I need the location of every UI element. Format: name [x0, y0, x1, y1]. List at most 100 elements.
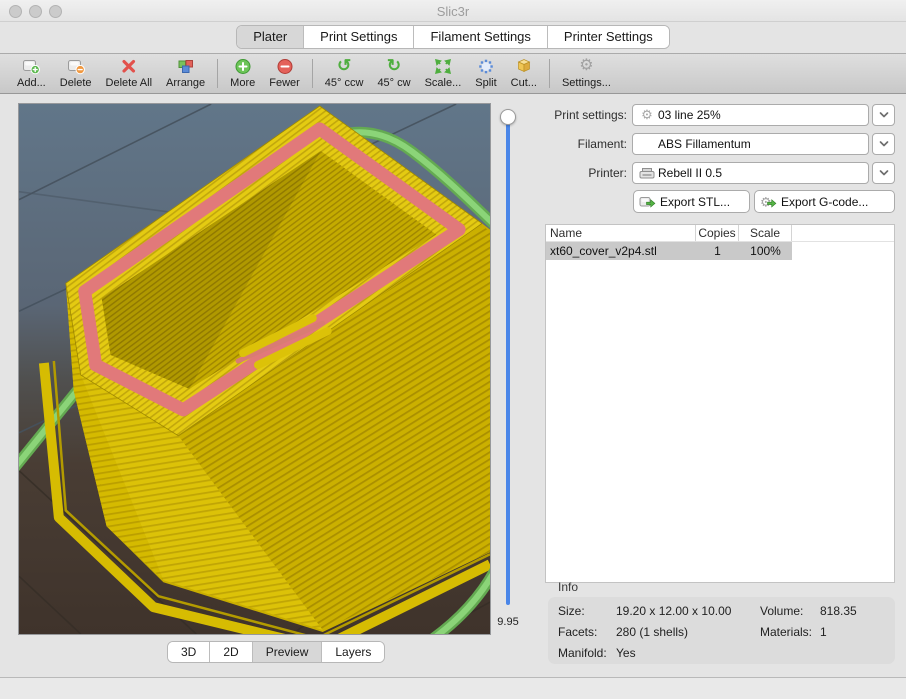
cut-box-icon	[514, 56, 534, 76]
column-header-scale[interactable]: Scale	[739, 225, 792, 241]
printer-select[interactable]: Rebell II 0.5	[632, 162, 869, 184]
layer-slider-track[interactable]	[506, 116, 510, 605]
tab-filament-settings[interactable]: Filament Settings	[413, 26, 546, 48]
chevron-down-icon	[878, 138, 890, 150]
rotate-ccw-icon: ↺	[337, 56, 351, 76]
toolbar-scale-label: Scale...	[425, 76, 462, 91]
title-bar: Slic3r	[0, 0, 906, 22]
column-header-spacer	[792, 225, 894, 241]
toolbar-arrange-label: Arrange	[166, 76, 205, 91]
toolbar-separator	[312, 59, 313, 88]
object-list-table: Name Copies Scale xt60_cover_v2p4.stl 1 …	[545, 224, 895, 583]
fewer-minus-icon	[275, 56, 295, 76]
manifold-value: Yes	[616, 646, 636, 660]
toolbar-separator	[217, 59, 218, 88]
tab-2d[interactable]: 2D	[209, 642, 251, 662]
sliced-object-preview	[19, 104, 490, 634]
print-settings-select[interactable]: ⚙ 03 line 25%	[632, 104, 869, 126]
chevron-down-icon	[878, 109, 890, 121]
tab-3d[interactable]: 3D	[168, 642, 209, 662]
print-settings-dropdown-button[interactable]	[872, 104, 895, 126]
toolbar-fewer-button[interactable]: Fewer	[262, 54, 307, 93]
filament-dropdown-button[interactable]	[872, 133, 895, 155]
plater-toolbar: Add... Delete Delete All Arrange More	[0, 53, 906, 94]
toolbar-scale-button[interactable]: Scale...	[418, 54, 469, 93]
gear-icon: ⚙	[638, 107, 656, 123]
status-bar	[0, 677, 906, 699]
export-gcode-button[interactable]: ⚙ Export G-code...	[754, 190, 895, 213]
filament-label: Filament:	[500, 133, 627, 155]
chevron-down-icon	[878, 167, 890, 179]
toolbar-split-label: Split	[475, 76, 496, 91]
info-box: Size: 19.20 x 12.00 x 10.00 Volume: 818.…	[548, 597, 895, 664]
filament-value: ABS Fillamentum	[658, 137, 751, 151]
tab-printer-settings[interactable]: Printer Settings	[547, 26, 669, 48]
add-box-icon	[21, 56, 41, 76]
rotate-cw-icon: ↻	[387, 56, 401, 76]
toolbar-more-button[interactable]: More	[223, 54, 262, 93]
export-gcode-icon: ⚙	[760, 194, 777, 210]
export-stl-label: Export STL...	[660, 195, 730, 209]
toolbar-add-button[interactable]: Add...	[10, 54, 53, 93]
toolbar-add-label: Add...	[17, 76, 46, 91]
object-copies-cell: 1	[696, 242, 739, 260]
toolbar-delete-all-button[interactable]: Delete All	[99, 54, 159, 93]
split-dots-icon	[476, 56, 496, 76]
scale-arrows-icon	[433, 56, 453, 76]
tab-plater[interactable]: Plater	[237, 26, 303, 48]
tab-layers[interactable]: Layers	[321, 642, 384, 662]
toolbar-rotate-cw-button[interactable]: ↻ 45° cw	[370, 54, 417, 93]
column-header-copies[interactable]: Copies	[696, 225, 739, 241]
print-settings-value: 03 line 25%	[658, 108, 721, 122]
manifold-label: Manifold:	[558, 646, 607, 660]
table-header-row: Name Copies Scale	[546, 225, 894, 242]
table-row[interactable]: xt60_cover_v2p4.stl 1 100%	[546, 242, 894, 260]
object-name-cell: xt60_cover_v2p4.stl	[546, 242, 696, 260]
toolbar-delete-all-label: Delete All	[106, 76, 152, 91]
export-gcode-label: Export G-code...	[781, 195, 868, 209]
view-tab-group: 3D 2D Preview Layers	[167, 641, 385, 663]
facets-label: Facets:	[558, 625, 597, 639]
toolbar-rotate-ccw-button[interactable]: ↺ 45° ccw	[318, 54, 371, 93]
toolbar-cut-label: Cut...	[511, 76, 537, 91]
materials-value: 1	[820, 625, 827, 639]
info-section-title: Info	[558, 580, 578, 594]
volume-value: 818.35	[820, 604, 857, 618]
toolbar-fewer-label: Fewer	[269, 76, 300, 91]
filament-select[interactable]: ABS Fillamentum	[632, 133, 869, 155]
tab-preview[interactable]: Preview	[252, 642, 322, 662]
main-tab-bar: Plater Print Settings Filament Settings …	[0, 25, 906, 51]
toolbar-rotate-ccw-label: 45° ccw	[325, 76, 364, 91]
toolbar-more-label: More	[230, 76, 255, 91]
materials-label: Materials:	[760, 625, 812, 639]
size-label: Size:	[558, 604, 585, 618]
window-title: Slic3r	[0, 4, 906, 19]
print-settings-label: Print settings:	[500, 104, 627, 126]
facets-value: 280 (1 shells)	[616, 625, 688, 639]
toolbar-split-button[interactable]: Split	[468, 54, 503, 93]
3d-viewport[interactable]	[18, 103, 491, 635]
tab-print-settings[interactable]: Print Settings	[303, 26, 413, 48]
export-stl-icon	[639, 194, 656, 210]
slic3r-window: Slic3r Plater Print Settings Filament Se…	[0, 0, 906, 699]
toolbar-delete-label: Delete	[60, 76, 92, 91]
toolbar-cut-button[interactable]: Cut...	[504, 54, 544, 93]
object-scale-cell: 100%	[739, 242, 792, 260]
toolbar-settings-button[interactable]: ⚙ Settings...	[555, 54, 618, 93]
more-plus-icon	[233, 56, 253, 76]
printer-dropdown-button[interactable]	[872, 162, 895, 184]
delete-box-icon	[66, 56, 86, 76]
layer-slider-value: 9.95	[488, 616, 528, 628]
toolbar-delete-button[interactable]: Delete	[53, 54, 99, 93]
toolbar-arrange-button[interactable]: Arrange	[159, 54, 212, 93]
arrange-cubes-icon	[176, 56, 196, 76]
gear-icon: ⚙	[579, 56, 593, 76]
printer-value: Rebell II 0.5	[658, 166, 722, 180]
toolbar-separator	[549, 59, 550, 88]
volume-label: Volume:	[760, 604, 803, 618]
view-tab-bar: 3D 2D Preview Layers	[167, 641, 385, 663]
export-stl-button[interactable]: Export STL...	[633, 190, 750, 213]
delete-all-icon	[119, 56, 139, 76]
toolbar-settings-label: Settings...	[562, 76, 611, 91]
column-header-name[interactable]: Name	[546, 225, 696, 241]
